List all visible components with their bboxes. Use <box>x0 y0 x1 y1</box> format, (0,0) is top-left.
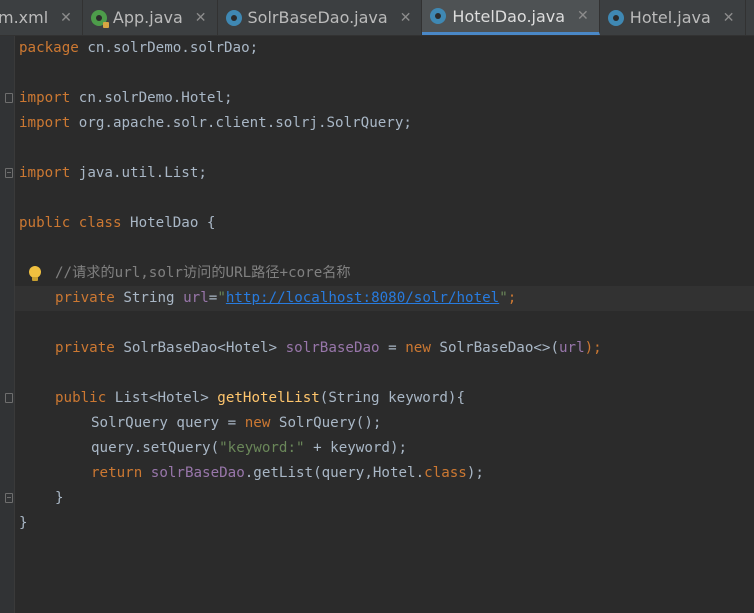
close-icon[interactable]: ✕ <box>723 10 735 26</box>
code-line-17: query.setQuery("keyword:" + keyword); <box>91 440 408 456</box>
java-class-icon <box>607 9 624 26</box>
code-line-18: return solrBaseDao.getList(query,Hotel.c… <box>91 465 484 481</box>
fold-marker-icon[interactable] <box>5 493 13 503</box>
tab-hoteldao-java[interactable]: HotelDao.java ✕ <box>422 0 600 35</box>
code-line-19: } <box>55 490 64 506</box>
tab-app-java[interactable]: App.java ✕ <box>83 0 218 35</box>
code-line-1: package cn.solrDemo.solrDao; <box>19 40 259 56</box>
code-line-3: import cn.solrDemo.Hotel; <box>19 90 233 106</box>
close-icon[interactable]: ✕ <box>577 8 589 24</box>
url-link[interactable]: http://localhost:8080/solr/hotel <box>226 290 499 306</box>
code-line-20: } <box>19 515 28 531</box>
fold-marker-icon[interactable] <box>5 93 13 103</box>
tab-hotel-java[interactable]: Hotel.java ✕ <box>600 0 746 35</box>
fold-marker-icon[interactable] <box>5 168 13 178</box>
code-line-6: import java.util.List; <box>19 165 207 181</box>
tab-label: Hotel.java <box>629 8 711 27</box>
java-class-run-icon <box>90 9 109 28</box>
code-editor[interactable]: package cn.solrDemo.solrDao; import cn.s… <box>0 36 754 613</box>
lightbulb-icon[interactable] <box>28 265 42 283</box>
tab-label: App.java <box>112 8 183 27</box>
code-line-4: import org.apache.solr.client.solrj.Solr… <box>19 115 412 131</box>
code-line-10: //请求的url,solr访问的URL路径+core名称 <box>55 265 351 281</box>
code-line-13: private SolrBaseDao<Hotel> solrBaseDao =… <box>55 340 602 356</box>
close-icon[interactable]: ✕ <box>60 10 72 26</box>
java-class-icon <box>225 9 242 26</box>
close-icon[interactable]: ✕ <box>195 10 207 26</box>
fold-marker-icon[interactable] <box>5 393 13 403</box>
code-line-8: public class HotelDao { <box>19 215 216 231</box>
editor-tab-bar: m.xml ✕ App.java ✕ SolrBaseDao.java ✕ Ho… <box>0 0 754 36</box>
tab-label: m.xml <box>0 8 49 27</box>
java-class-icon <box>430 8 447 24</box>
editor-gutter <box>0 36 15 613</box>
code-line-11: private String url="http://localhost:808… <box>55 290 517 306</box>
tab-label: HotelDao.java <box>452 6 566 26</box>
tab-label: SolrBaseDao.java <box>247 8 388 27</box>
code-line-15: public List<Hotel> getHotelList(String k… <box>55 390 466 406</box>
tab-solrbasedao-java[interactable]: SolrBaseDao.java ✕ <box>218 0 423 35</box>
close-icon[interactable]: ✕ <box>400 10 412 26</box>
tab-pom-xml[interactable]: m.xml ✕ <box>0 0 83 35</box>
code-line-16: SolrQuery query = new SolrQuery(); <box>91 415 382 431</box>
